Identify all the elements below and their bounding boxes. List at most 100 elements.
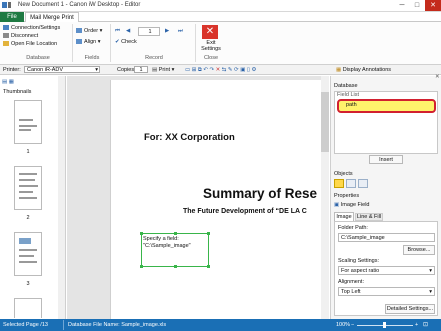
resize-handle[interactable] <box>140 232 143 235</box>
maximize-button[interactable]: □ <box>410 0 424 11</box>
thumb-text-line <box>19 249 37 251</box>
field-list-item-path[interactable]: path <box>337 99 436 113</box>
print-button[interactable]: ▤ Print ▾ <box>152 65 174 75</box>
redo-icon[interactable]: ↷ <box>209 67 214 73</box>
title-bar: New Document 1 - Canon iW Desktop - Edit… <box>0 0 441 12</box>
order-button[interactable]: Order ▾ <box>76 28 102 35</box>
thumbnail-list-icon[interactable]: ▦ <box>9 79 14 85</box>
detailed-settings-button[interactable]: Detailed Settings... <box>385 304 435 314</box>
chevron-down-icon: ▾ <box>429 268 432 274</box>
display-annotations-button[interactable]: ▦ Display Annotations <box>336 65 391 75</box>
check-button[interactable]: ✔ Check <box>115 39 137 46</box>
thumbnail-number: 2 <box>26 215 30 221</box>
thumbnail-page-3[interactable] <box>14 232 42 276</box>
canvas-scroll-thumb[interactable] <box>321 92 329 152</box>
align-icon <box>76 39 82 45</box>
tab-image[interactable]: Image <box>334 212 354 221</box>
browse-button[interactable]: Browse... <box>403 245 435 255</box>
field-prompt: Specify a field: <box>143 236 179 242</box>
scaling-select[interactable]: For aspect ratio ▾ <box>338 266 435 275</box>
connection-icon <box>3 25 9 31</box>
field-list-box: Field List path <box>334 91 438 154</box>
close-button[interactable]: ✕ <box>425 0 441 11</box>
exit-settings-label[interactable]: Exit Settings <box>199 40 223 52</box>
resize-handle[interactable] <box>140 265 143 268</box>
rotate-icon[interactable]: ⟳ <box>234 67 239 73</box>
alignment-select[interactable]: Top Left ▾ <box>338 287 435 296</box>
quick-access-toolbar <box>2 2 14 10</box>
thumbnail-page-2[interactable] <box>14 166 42 210</box>
group-label-fields: Fields <box>84 55 100 61</box>
connection-settings-button[interactable]: Connection/Settings <box>3 25 60 32</box>
insert-button[interactable]: Insert <box>369 155 403 164</box>
image-field-box[interactable]: Specify a field: "C:\Sample_image" <box>140 232 210 268</box>
previous-record-icon[interactable]: ◀ <box>126 28 130 35</box>
resize-handle[interactable] <box>207 265 210 268</box>
minimize-button[interactable]: ─ <box>395 0 409 11</box>
selected-page-status: Selected Page /13 <box>3 322 48 328</box>
group-label-database: Database <box>26 55 50 61</box>
zoom-in-icon[interactable]: + <box>415 322 418 328</box>
copies-input[interactable]: 1 <box>134 66 148 73</box>
thumbnail-page-1[interactable] <box>14 100 42 144</box>
thumbnails-title: Thumbnails <box>3 89 32 95</box>
document-page[interactable]: For: XX Corporation Summary of Rese The … <box>110 80 329 319</box>
ribbon-separator <box>195 24 196 62</box>
next-record-icon[interactable]: ▶ <box>165 28 169 35</box>
exit-icon[interactable]: ✕ <box>202 25 218 39</box>
resize-handle[interactable] <box>174 232 177 235</box>
thumbnails-scrollbar[interactable] <box>58 76 65 319</box>
database-header: Database <box>334 83 358 89</box>
image-field-icon: ▣ <box>334 202 340 208</box>
first-record-icon[interactable]: ⏮ <box>115 28 120 35</box>
save-icon[interactable] <box>8 2 11 8</box>
insert-icon[interactable]: ⊞ <box>192 67 197 73</box>
zoom-slider-thumb[interactable] <box>383 322 386 328</box>
thumb-text-line <box>19 125 37 127</box>
thumb-text-line <box>19 255 34 257</box>
thumbnail-page-4[interactable] <box>14 298 42 318</box>
image-field-tool-icon[interactable] <box>358 179 368 188</box>
recipient-line: For: XX Corporation <box>144 132 235 143</box>
disconnect-button[interactable]: Disconnect <box>3 33 38 40</box>
thumbnail-view-icon[interactable]: ▤ <box>2 79 7 85</box>
new-icon[interactable]: ▭ <box>185 67 190 73</box>
annotation-icon[interactable]: ✎ <box>228 67 233 73</box>
last-record-icon[interactable]: ⏭ <box>178 28 183 35</box>
close-panel-icon[interactable]: ✕ <box>435 74 440 80</box>
settings-icon[interactable]: ⚙ <box>251 67 256 73</box>
thumb-text-line <box>19 185 38 187</box>
undo-icon[interactable]: ↶ <box>203 67 208 73</box>
page-icon[interactable]: ▯ <box>247 67 250 73</box>
copy-icon[interactable]: ⧉ <box>198 67 202 73</box>
app-icon <box>2 2 7 8</box>
scan-icon[interactable]: ⇆ <box>222 67 227 73</box>
resize-handle[interactable] <box>207 232 210 235</box>
cursor-tool-icon[interactable] <box>334 179 344 188</box>
group-label-record: Record <box>145 55 163 61</box>
align-button[interactable]: Align ▾ <box>76 39 101 46</box>
printer-label: Printer: <box>3 67 21 73</box>
thumb-image <box>19 238 31 244</box>
resize-handle[interactable] <box>174 265 177 268</box>
folder-path-input[interactable]: C:\Sample_image <box>338 233 435 242</box>
tab-file[interactable]: File <box>0 12 24 22</box>
delete-icon[interactable]: ✕ <box>216 67 221 73</box>
document-heading: Summary of Rese <box>203 186 318 201</box>
text-field-tool-icon[interactable] <box>346 179 356 188</box>
zoom-out-icon[interactable]: − <box>351 322 354 328</box>
ribbon-separator <box>72 24 73 62</box>
fit-page-icon[interactable]: ⊡ <box>423 321 428 328</box>
thumb-text-line <box>19 179 35 181</box>
chevron-down-icon: ▾ <box>95 67 98 73</box>
image-field-label: ▣ Image Field <box>334 202 370 208</box>
tab-line-fill[interactable]: Line & Fill <box>355 213 383 221</box>
record-number-input[interactable]: 1 <box>138 27 160 36</box>
thumbnail-number: 1 <box>26 149 30 155</box>
stamp-icon[interactable]: ▣ <box>240 67 245 73</box>
image-properties-pane: Folder Path: C:\Sample_image Browse... S… <box>334 221 438 316</box>
open-file-location-button[interactable]: Open File Location <box>3 41 57 48</box>
alignment-label: Alignment: <box>338 279 364 285</box>
disconnect-icon <box>3 33 9 39</box>
printer-select[interactable]: Canon iR-ADV ▾ <box>24 66 100 73</box>
